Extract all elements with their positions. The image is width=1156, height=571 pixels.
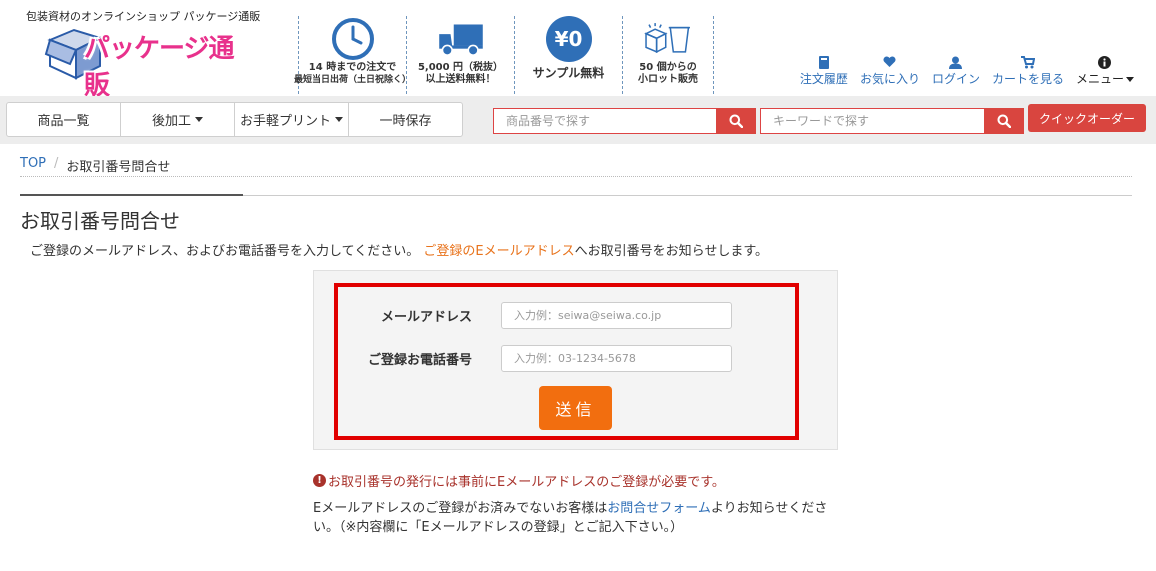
nav-products-button[interactable]: 商品一覧 (6, 102, 121, 137)
feature-small-lot: 50 個からの 小ロット販売 (622, 16, 714, 94)
feature-line1: 5,000 円（税抜） (417, 62, 504, 73)
contact-form-link[interactable]: お問合せフォーム (607, 501, 711, 516)
product-code-search (493, 108, 756, 134)
nav-cart[interactable]: カートを見る (992, 54, 1064, 87)
submit-button[interactable]: 送信 (539, 386, 612, 430)
email-label: メールアドレス (380, 309, 472, 325)
quick-order-button[interactable]: クイックオーダー (1028, 104, 1146, 132)
breadcrumb-separator: / (54, 156, 59, 171)
logo-wordmark: パッケージ通販 (84, 34, 234, 101)
nav-label: メニュー (1076, 70, 1134, 87)
registration-warning: ! お取引番号の発行には事前にEメールアドレスのご登録が必要です。 (313, 471, 725, 490)
box-cup-icon (643, 16, 693, 62)
nav-label: お気に入り (859, 72, 920, 86)
main-navbar: 商品一覧 後加工 お手軽プリント 一時保存 クイックオーダー (0, 96, 1156, 144)
nav-processing-button[interactable]: 後加工 (120, 102, 235, 137)
nav-menu[interactable]: メニュー (1076, 54, 1134, 87)
feature-line1: サンプル無料 (532, 66, 605, 80)
divider (20, 176, 1132, 177)
phone-field[interactable] (501, 344, 732, 372)
feature-line1: 50 個からの (639, 62, 697, 73)
nav-favorites[interactable]: お気に入り (860, 54, 920, 87)
breadcrumb-current: お取引番号問合せ (66, 160, 171, 175)
product-code-input[interactable] (493, 108, 716, 134)
chevron-down-icon (335, 117, 343, 122)
feature-shipping-time: 14 時までの注文で 最短当日出荷（土日祝除く） (294, 16, 411, 94)
page-title: お取引番号問合せ (20, 209, 180, 233)
search-icon (729, 114, 743, 128)
phone-row: ご登録お電話番号 (340, 344, 740, 372)
truck-icon (436, 16, 486, 62)
nav-print-button[interactable]: お手軽プリント (234, 102, 349, 137)
breadcrumb-home-link[interactable]: TOP (20, 156, 46, 175)
breadcrumb: TOP / お取引番号問合せ (20, 156, 170, 175)
feature-line2: 小ロット販売 (638, 74, 698, 85)
exclamation-icon: ! (313, 474, 326, 487)
cart-icon (1020, 54, 1035, 70)
chevron-down-icon (1126, 77, 1134, 82)
product-code-search-button[interactable] (716, 108, 756, 134)
user-icon (949, 54, 963, 70)
book-icon (818, 54, 830, 70)
feature-line1: 14 時までの注文で (308, 62, 397, 73)
clock-icon (328, 16, 378, 62)
feature-badges: 14 時までの注文で 最短当日出荷（土日祝除く） 5,000 円（税抜） 以上送… (294, 16, 714, 94)
nav-label: ログイン (931, 72, 980, 86)
feature-line2: 最短当日出荷（土日祝除く） (294, 75, 412, 85)
site-logo[interactable]: パッケージ通販 (44, 24, 244, 101)
feature-free-shipping: 5,000 円（税抜） 以上送料無料！ (406, 16, 514, 94)
phone-label: ご登録お電話番号 (367, 352, 472, 368)
chevron-down-icon (195, 117, 203, 122)
registration-info: Eメールアドレスのご登録がお済みでないお客様はお問合せフォームよりお知らせくださ… (313, 501, 828, 535)
intro-highlight: ご登録のEメールアドレス (423, 244, 575, 259)
info-icon (1098, 54, 1112, 70)
intro-text: ご登録のメールアドレス、およびお電話番号を入力してください。 ご登録のEメールア… (30, 244, 769, 259)
yen-zero-icon: ¥0 (544, 16, 594, 62)
site-tagline: 包装資材のオンラインショップ パッケージ通販 (26, 10, 261, 23)
keyword-search (760, 108, 1024, 134)
keyword-input[interactable] (760, 108, 984, 134)
user-nav: 注文履歴 お気に入り ログイン カートを見る メニュー (800, 54, 1134, 87)
nav-saved-button[interactable]: 一時保存 (348, 102, 463, 137)
email-row: メールアドレス (340, 301, 740, 329)
nav-label: 注文履歴 (799, 72, 848, 86)
site-header: 包装資材のオンラインショップ パッケージ通販 パッケージ通販 14 時までの注文… (0, 0, 1156, 101)
divider (243, 195, 1132, 196)
nav-label: カートを見る (991, 72, 1064, 86)
keyword-search-button[interactable] (984, 108, 1024, 134)
category-buttons: 商品一覧 後加工 お手軽プリント 一時保存 (6, 102, 463, 137)
heart-icon (883, 54, 896, 70)
email-field[interactable] (501, 301, 732, 329)
nav-login[interactable]: ログイン (932, 54, 980, 87)
search-icon (997, 114, 1011, 128)
feature-free-sample: ¥0 サンプル無料 (514, 16, 622, 94)
divider (20, 194, 243, 196)
nav-order-history[interactable]: 注文履歴 (800, 54, 848, 87)
feature-line2: 以上送料無料！ (425, 74, 496, 85)
